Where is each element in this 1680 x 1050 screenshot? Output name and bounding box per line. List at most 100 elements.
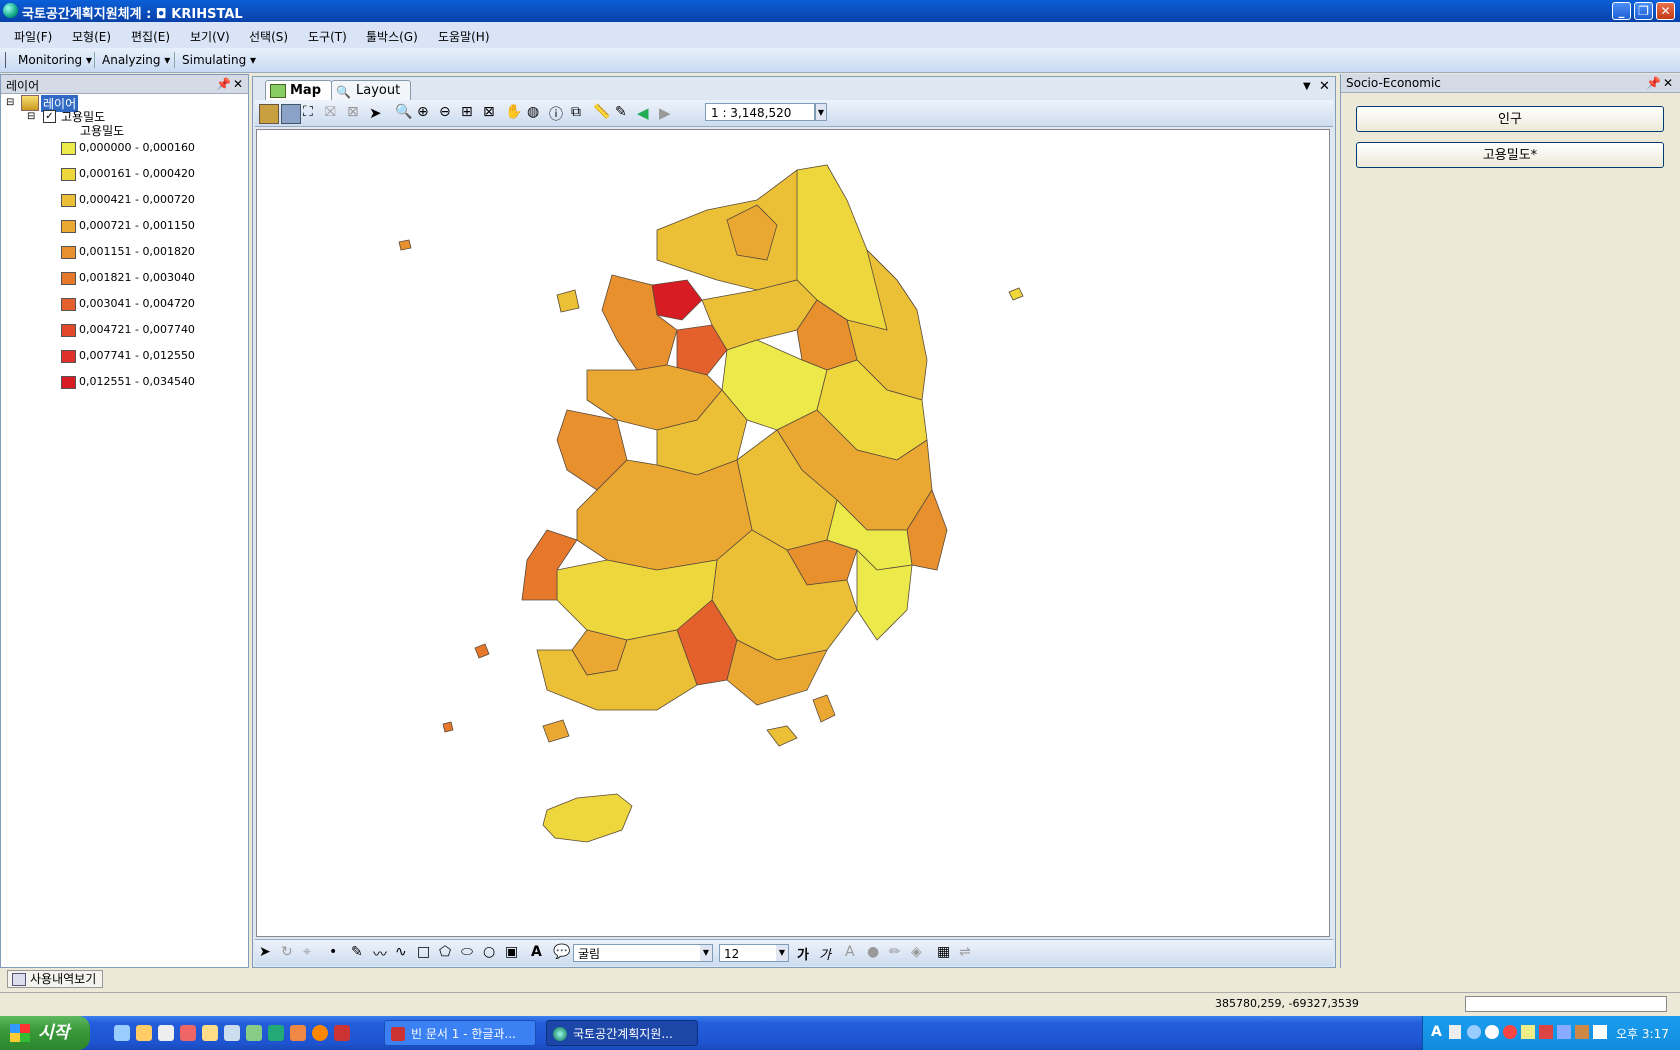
- tray-icon[interactable]: [1449, 1025, 1461, 1039]
- layer-stack-icon[interactable]: [281, 104, 301, 124]
- clock[interactable]: 오후 3:17: [1616, 1025, 1669, 1042]
- menu-view[interactable]: 보기(V): [190, 28, 230, 45]
- collapse-toggle[interactable]: ⊟: [6, 97, 14, 108]
- pen-tool-icon[interactable]: ✎: [351, 944, 369, 962]
- tray-icon[interactable]: [1467, 1025, 1481, 1039]
- layer-visibility-checkbox[interactable]: ✓: [43, 110, 56, 123]
- language-icon[interactable]: A: [1431, 1024, 1442, 1040]
- identify-icon[interactable]: ⓘ: [549, 104, 567, 123]
- usage-history-tab[interactable]: 사용내역보기: [7, 970, 104, 988]
- tray-icon[interactable]: [1557, 1025, 1571, 1039]
- select-features-icon[interactable]: ⛶: [303, 104, 321, 122]
- font-name-dropdown-icon[interactable]: ▼: [700, 945, 712, 961]
- quicklaunch-icon[interactable]: [290, 1025, 306, 1041]
- map-canvas[interactable]: [256, 129, 1330, 937]
- layer-collapse-toggle[interactable]: ⊟: [27, 111, 35, 122]
- tab-menu-chevron-icon[interactable]: ▼: [1303, 81, 1311, 92]
- fixed-zoom-in-icon[interactable]: ⊞: [461, 104, 479, 122]
- menu-help[interactable]: 도움말(H): [438, 28, 490, 45]
- fill-color-icon[interactable]: ◈: [911, 944, 929, 962]
- font-name-combo[interactable]: 굴림 ▼: [573, 944, 713, 962]
- quicklaunch-icon[interactable]: [136, 1025, 152, 1041]
- volume-icon[interactable]: [1593, 1025, 1607, 1039]
- monitoring-dropdown[interactable]: Monitoring ▾: [18, 53, 92, 67]
- bold-icon[interactable]: 가: [797, 944, 815, 963]
- forward-arrow-icon[interactable]: ▶: [659, 104, 677, 122]
- close-icon[interactable]: ✕: [233, 77, 243, 91]
- tab-layout[interactable]: 🔍 Layout: [331, 80, 412, 100]
- tab-map[interactable]: Map: [265, 80, 333, 100]
- font-size-combo[interactable]: 12 ▼: [719, 944, 789, 962]
- ellipse-icon[interactable]: ⬭: [461, 944, 479, 962]
- scale-dropdown-arrow[interactable]: ▼: [815, 103, 827, 121]
- start-button[interactable]: 시작: [0, 1016, 90, 1050]
- link-icon[interactable]: ⇌: [959, 944, 977, 962]
- measure-icon[interactable]: 📏: [593, 104, 611, 122]
- pin-icon[interactable]: 📌: [216, 77, 231, 91]
- hyperlink-icon[interactable]: ⧉: [571, 104, 589, 122]
- add-layer-icon[interactable]: [259, 104, 279, 124]
- pin-icon[interactable]: 📌: [1646, 76, 1661, 90]
- callout-icon[interactable]: 💬: [553, 944, 571, 962]
- menu-select[interactable]: 선택(S): [249, 28, 288, 45]
- menu-edit[interactable]: 편집(E): [131, 28, 170, 45]
- polyline-icon[interactable]: 〰: [373, 944, 391, 963]
- rectangle-icon[interactable]: □: [417, 944, 435, 962]
- zoom-selected-icon[interactable]: ⊠: [347, 104, 365, 122]
- zoom-to-selected-icon[interactable]: ⌖: [303, 944, 321, 962]
- point-tool-icon[interactable]: •: [329, 944, 347, 962]
- quicklaunch-icon[interactable]: [202, 1025, 218, 1041]
- draw-select-icon[interactable]: ➤: [259, 944, 277, 962]
- simulating-dropdown[interactable]: Simulating ▾: [182, 53, 256, 67]
- full-extent-globe-icon[interactable]: ◍: [527, 104, 545, 122]
- menu-file[interactable]: 파일(F): [14, 28, 52, 45]
- map-close-icon[interactable]: ✕: [1319, 79, 1330, 94]
- tray-icon[interactable]: [1521, 1025, 1535, 1039]
- marker-color-icon[interactable]: ●: [867, 944, 885, 962]
- menu-tools[interactable]: 도구(T): [308, 28, 347, 45]
- curve-icon[interactable]: ∿: [395, 944, 413, 962]
- fixed-zoom-out-icon[interactable]: ⊠: [483, 104, 501, 122]
- quicklaunch-icon[interactable]: [158, 1025, 174, 1041]
- scale-combo[interactable]: 1 : 3,148,520: [705, 103, 815, 121]
- tray-icon[interactable]: [1503, 1025, 1517, 1039]
- quicklaunch-icon[interactable]: [312, 1025, 328, 1041]
- close-icon[interactable]: ✕: [1663, 76, 1673, 90]
- picture-icon[interactable]: ▣: [505, 944, 523, 962]
- tray-icon[interactable]: [1485, 1025, 1499, 1039]
- italic-icon[interactable]: 가: [819, 944, 837, 963]
- line-color-icon[interactable]: ✏: [889, 944, 907, 962]
- menu-model[interactable]: 모형(E): [72, 28, 111, 45]
- zoom-in-icon[interactable]: ⊕: [417, 104, 435, 122]
- employment-density-button[interactable]: 고용밀도*: [1356, 142, 1664, 168]
- restore-button[interactable]: ❐: [1634, 2, 1653, 20]
- rotate-icon[interactable]: ↻: [281, 944, 299, 962]
- tray-icon[interactable]: [1539, 1025, 1553, 1039]
- analyzing-dropdown[interactable]: Analyzing ▾: [102, 53, 170, 67]
- table-icon[interactable]: ▦: [937, 944, 955, 962]
- taskbar-item-krihstal[interactable]: 국토공간계획지원...: [546, 1020, 698, 1046]
- text-tool-icon[interactable]: A: [531, 944, 549, 962]
- quicklaunch-icon[interactable]: [180, 1025, 196, 1041]
- font-size-dropdown-icon[interactable]: ▼: [776, 945, 788, 961]
- tray-icon[interactable]: [1575, 1025, 1589, 1039]
- population-button[interactable]: 인구: [1356, 106, 1664, 132]
- font-color-icon[interactable]: A: [845, 944, 863, 962]
- clear-selection-icon[interactable]: ⛝: [325, 104, 343, 122]
- minimize-button[interactable]: _: [1612, 2, 1631, 20]
- menu-toolbox[interactable]: 툴박스(G): [366, 28, 418, 45]
- circle-icon[interactable]: ○: [483, 944, 501, 962]
- quicklaunch-icon[interactable]: [334, 1025, 350, 1041]
- quicklaunch-icon[interactable]: [114, 1025, 130, 1041]
- zoom-icon[interactable]: 🔍: [395, 104, 413, 122]
- polygon-icon[interactable]: ⬠: [439, 944, 457, 962]
- pointer-icon[interactable]: ➤: [369, 104, 387, 122]
- close-button[interactable]: ✕: [1656, 2, 1675, 20]
- zoom-out-icon[interactable]: ⊖: [439, 104, 457, 122]
- quicklaunch-icon[interactable]: [224, 1025, 240, 1041]
- taskbar-item-hwp[interactable]: 빈 문서 1 - 한글과...: [384, 1020, 536, 1046]
- find-icon[interactable]: ✎: [615, 104, 633, 122]
- back-arrow-icon[interactable]: ◀: [637, 104, 655, 122]
- excel-icon[interactable]: [268, 1025, 284, 1041]
- pan-hand-icon[interactable]: ✋: [505, 104, 523, 122]
